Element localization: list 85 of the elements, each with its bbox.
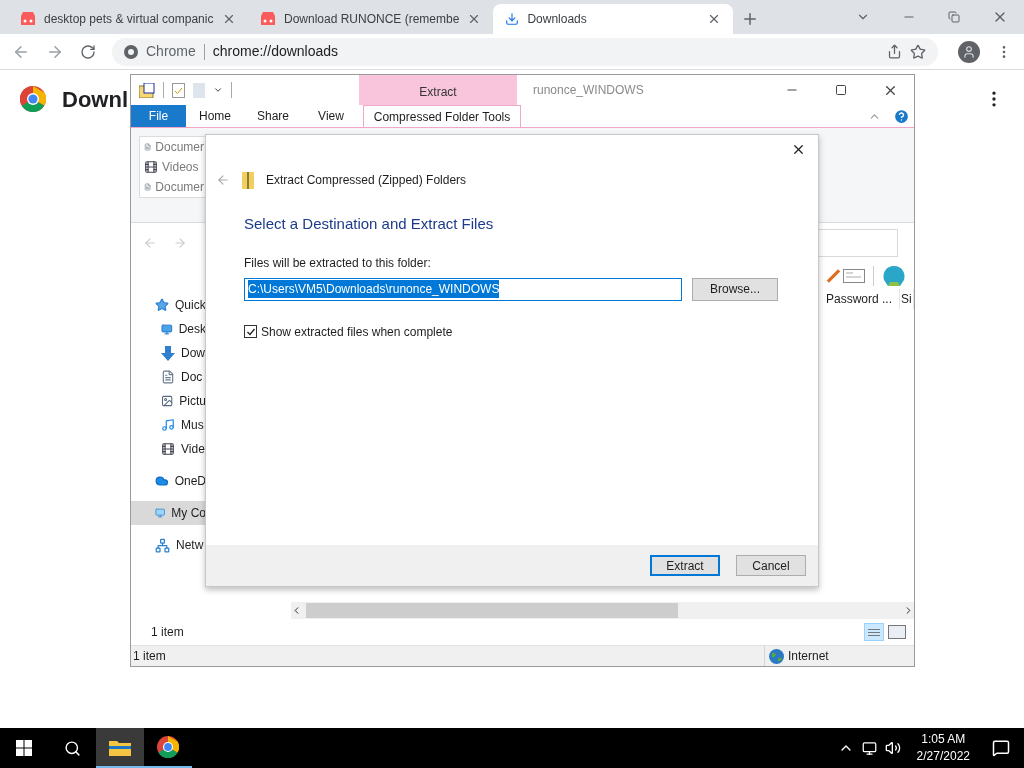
ribbon-tab[interactable]: View <box>302 105 360 127</box>
share-icon[interactable] <box>887 44 902 59</box>
column-header[interactable]: Si <box>900 289 914 309</box>
ribbon-tab[interactable]: Compressed Folder Tools <box>363 105 521 127</box>
volume-icon[interactable] <box>884 740 901 756</box>
address-bar[interactable]: Chrome chrome://downloads <box>112 37 938 66</box>
restore-icon[interactable] <box>948 11 960 23</box>
music-icon <box>161 418 175 432</box>
zip-folder-icon <box>242 171 254 189</box>
globe-icon <box>769 648 784 664</box>
file-explorer-taskbar-button[interactable] <box>96 728 144 768</box>
context-tab-header: Extract <box>359 75 517 105</box>
nav-item[interactable]: Dow <box>131 341 206 365</box>
network-status-icon[interactable] <box>861 740 877 756</box>
reload-icon[interactable] <box>80 43 96 60</box>
checkmark-icon <box>245 326 256 337</box>
computer-icon <box>155 505 166 521</box>
zone-text: Internet <box>788 648 829 665</box>
search-icon <box>63 739 81 757</box>
desktop-icon <box>161 321 173 337</box>
picture-icon <box>161 394 174 408</box>
nav-item[interactable]: Netw <box>131 533 206 557</box>
bookmark-star-icon[interactable] <box>910 43 926 60</box>
film-icon <box>144 160 158 174</box>
show-files-checkbox[interactable]: Show extracted files when complete <box>244 322 780 341</box>
ribbon-tab[interactable]: Home <box>186 105 244 127</box>
film-icon <box>161 442 175 456</box>
clock[interactable]: 1:05 AM 2/27/2022 <box>908 731 978 765</box>
nav-item[interactable]: OneD <box>131 469 206 493</box>
cloud-icon <box>155 473 169 489</box>
recent-item[interactable]: Documer <box>140 177 208 197</box>
browser-tab[interactable]: Downloads <box>493 4 734 34</box>
network-icon <box>155 537 170 553</box>
dialog-button[interactable]: Cancel <box>736 555 806 576</box>
nav-item[interactable]: Vide <box>131 437 206 461</box>
download-icon <box>505 12 520 26</box>
details-view-icon[interactable] <box>864 623 884 641</box>
shell-icon[interactable] <box>882 265 906 287</box>
chrome-logo-icon <box>20 86 46 112</box>
storefront-icon <box>260 12 276 26</box>
customize-icon[interactable] <box>213 85 223 95</box>
page-title: Downl <box>62 85 128 114</box>
field-label: Files will be extracted to this folder: <box>244 254 432 272</box>
notifications-icon[interactable] <box>992 739 1010 757</box>
browse-button[interactable]: Browse... <box>692 277 778 301</box>
storefront-icon <box>20 12 36 26</box>
site-label: Chrome <box>146 42 196 61</box>
nav-item[interactable]: Mus <box>131 413 206 437</box>
zip-folder-icon[interactable] <box>139 82 155 98</box>
properties-icon[interactable] <box>172 82 185 98</box>
item-count: 1 item <box>150 624 184 641</box>
browser-tab[interactable]: Download RUNONCE (remembe <box>248 4 494 34</box>
help-icon[interactable] <box>893 107 910 125</box>
recent-item[interactable]: Documer <box>140 137 208 157</box>
chrome-logo-icon <box>157 736 179 758</box>
dialog-heading: Select a Destination and Extract Files <box>244 214 495 234</box>
mail-icon[interactable] <box>843 269 865 283</box>
browser-tab[interactable]: desktop pets & virtual companic <box>8 4 248 34</box>
preview-view-icon[interactable] <box>888 625 906 639</box>
document-icon <box>161 370 175 384</box>
nav-item[interactable]: My Co <box>131 501 206 525</box>
windows-logo-icon <box>16 740 32 756</box>
nav-item[interactable]: Quick <box>131 293 206 317</box>
recent-item[interactable]: Videos <box>140 157 208 177</box>
star-icon <box>155 298 169 312</box>
ribbon-tab[interactable]: Share <box>244 105 302 127</box>
url-text: chrome://downloads <box>212 42 339 61</box>
window-title: runonce_WINDOWS <box>532 82 645 99</box>
nav-item[interactable]: Pictu <box>131 389 206 413</box>
dialog-button[interactable]: Extract <box>650 555 720 576</box>
dialog-title: Extract Compressed (Zipped) Folders <box>266 172 467 189</box>
document-icon <box>144 180 152 194</box>
status-text: 1 item <box>132 648 167 665</box>
path-field[interactable]: C:\Users\VM5\Downloads\runonce_WINDOWS <box>244 277 682 301</box>
profile-avatar[interactable] <box>958 40 980 63</box>
nav-item[interactable]: Desk <box>131 317 206 341</box>
nav-item[interactable]: Doc <box>131 365 206 389</box>
folder-icon <box>109 738 131 756</box>
chrome-icon <box>124 44 138 59</box>
ribbon-tab[interactable]: File <box>131 105 186 127</box>
scrollbar-thumb[interactable] <box>306 603 678 618</box>
document-icon <box>144 140 152 154</box>
column-header[interactable]: Password ... <box>824 289 900 309</box>
maximize-icon[interactable] <box>835 84 847 96</box>
download-arrow-icon <box>161 345 175 361</box>
